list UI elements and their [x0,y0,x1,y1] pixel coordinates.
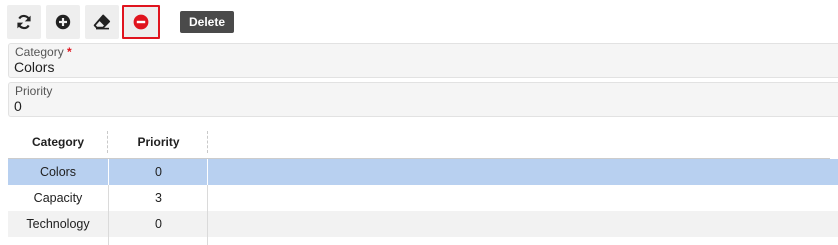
delete-tooltip: Delete [180,11,235,33]
category-value: Colors [14,59,55,75]
add-button[interactable] [46,5,80,39]
priority-field[interactable]: Priority 0 [8,82,838,117]
grid-header: Category Priority [8,126,838,159]
priority-label: Priority [15,84,53,98]
add-circle-icon [55,14,71,30]
cell-category: Capacity [33,191,83,205]
category-label: Category * [15,45,72,59]
cell-priority: 3 [155,191,162,205]
table-row[interactable]: Technology 0 [8,211,838,237]
eraser-icon [93,14,111,30]
refresh-icon [16,14,32,30]
priority-value: 0 [14,98,22,114]
cell-priority: 0 [155,165,162,179]
refresh-button[interactable] [7,5,41,39]
cell-divider [207,159,208,185]
table-row[interactable]: Colors 0 [8,159,838,185]
cell-divider [207,211,208,237]
table-row[interactable]: Capacity 3 [8,185,838,211]
cell-category: Colors [39,165,77,179]
cell-priority: 0 [155,217,162,231]
clear-button[interactable] [85,5,119,39]
category-field[interactable]: Category * Colors [8,43,838,78]
column-resize-handle[interactable] [107,131,108,153]
cell-divider [207,185,208,211]
required-mark: * [67,45,72,59]
column-header-priority[interactable]: Priority [109,126,208,158]
category-grid: Category Priority Colors 0 Capacity 3 Te… [8,126,838,245]
cell-category: Technology [26,217,90,231]
delete-button[interactable] [122,5,160,39]
column-header-category[interactable]: Category [8,126,108,158]
column-resize-handle[interactable] [207,131,208,153]
toolbar [7,5,165,39]
remove-circle-icon [133,14,149,30]
